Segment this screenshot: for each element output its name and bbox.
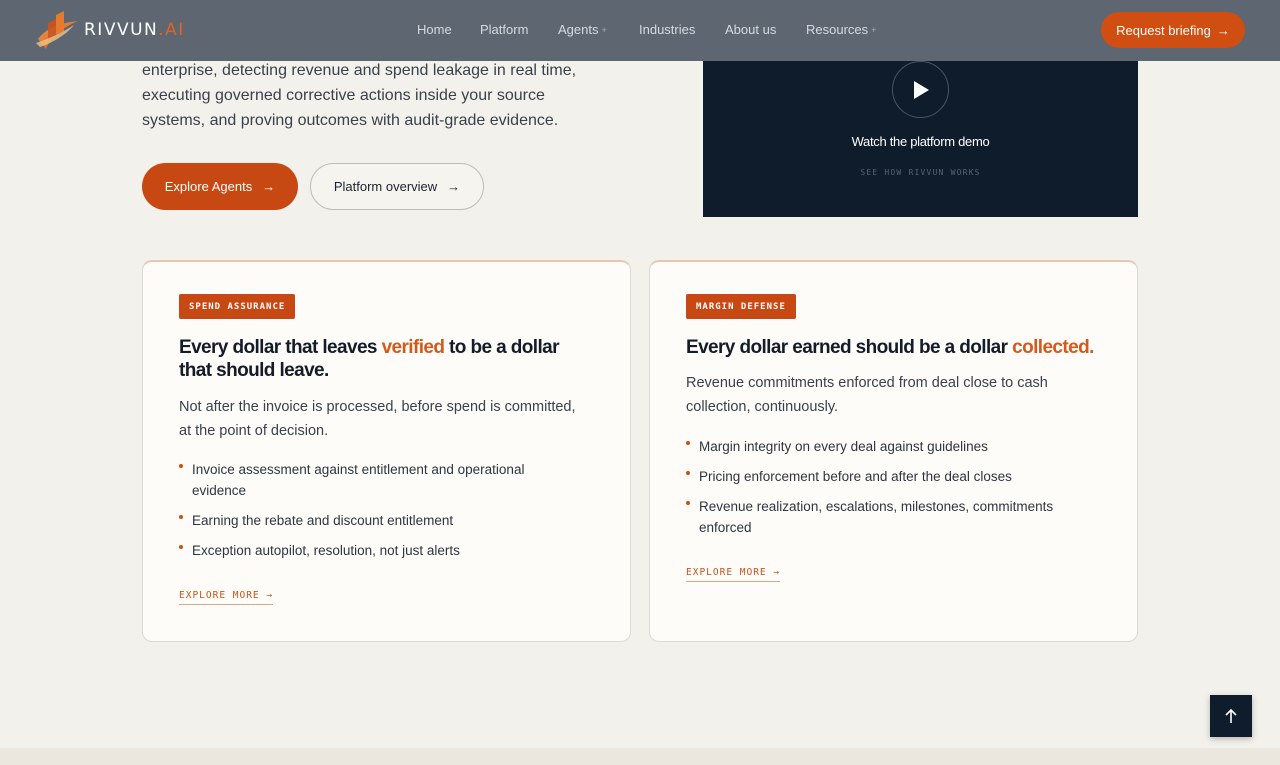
margin-defense-card: MARGIN DEFENSE Every dollar earned shoul… bbox=[649, 260, 1138, 642]
play-button[interactable] bbox=[892, 61, 949, 118]
resources-plus-icon: + bbox=[871, 24, 877, 35]
list-item: Exception autopilot, resolution, not jus… bbox=[179, 540, 579, 561]
agents-plus-icon: + bbox=[601, 24, 607, 35]
list-item: Earning the rebate and discount entitlem… bbox=[179, 510, 579, 531]
nav-platform[interactable]: Platform bbox=[480, 22, 558, 37]
arrow-up-icon bbox=[1225, 708, 1237, 723]
platform-overview-button[interactable]: Platform overview → bbox=[310, 163, 484, 210]
spend-assurance-card: SPEND ASSURANCE Every dollar that leaves… bbox=[142, 260, 631, 642]
footer-strip bbox=[0, 748, 1280, 765]
video-title: Watch the platform demo bbox=[851, 134, 990, 149]
platform-overview-label: Platform overview bbox=[333, 179, 438, 194]
explore-agents-label: Explore Agents bbox=[164, 179, 253, 194]
list-item: Invoice assessment against entitlement a… bbox=[179, 459, 579, 501]
margin-card-list: Margin integrity on every deal against g… bbox=[686, 436, 1086, 547]
video-subtitle: SEE HOW RIVVUN WORKS bbox=[860, 168, 981, 177]
nav-agents[interactable]: Agents + bbox=[558, 22, 639, 37]
margin-card-title: Every dollar earned should be a dollar c… bbox=[686, 337, 1094, 358]
margin-defense-badge: MARGIN DEFENSE bbox=[686, 294, 796, 319]
logo-mark-icon bbox=[36, 11, 78, 49]
nav-industries[interactable]: Industries bbox=[639, 22, 725, 37]
list-item: Revenue realization, escalations, milest… bbox=[686, 496, 1086, 538]
list-item: Pricing enforcement before and after the… bbox=[686, 466, 1086, 487]
spend-assurance-badge: SPEND ASSURANCE bbox=[179, 294, 296, 319]
spend-card-description: Not after the invoice is processed, befo… bbox=[179, 399, 576, 439]
nav-links: Home Platform Agents + Industries About … bbox=[417, 22, 876, 37]
request-briefing-label: Request briefing bbox=[1116, 22, 1211, 38]
spend-card-list: Invoice assessment against entitlement a… bbox=[179, 459, 579, 570]
margin-explore-more-link[interactable]: EXPLORE MORE → bbox=[686, 567, 781, 582]
play-icon bbox=[913, 80, 929, 99]
top-nav: RIVVUN.AI Home Platform Agents + Industr… bbox=[0, 0, 1280, 61]
arrow-right-icon: → bbox=[447, 179, 461, 194]
nav-about[interactable]: About us bbox=[725, 22, 806, 37]
request-briefing-button[interactable]: Request briefing → bbox=[1101, 12, 1245, 48]
brand-wordmark: RIVVUN.AI bbox=[84, 20, 185, 40]
arrow-right-icon: → bbox=[1216, 22, 1230, 38]
nav-resources[interactable]: Resources + bbox=[806, 22, 876, 37]
margin-card-description: Revenue commitments enforced from deal c… bbox=[686, 375, 1048, 415]
arrow-right-icon: → bbox=[262, 179, 276, 194]
explore-agents-button[interactable]: Explore Agents → bbox=[142, 163, 298, 210]
demo-video[interactable]: Watch the platform demo SEE HOW RIVVUN W… bbox=[703, 61, 1138, 217]
hero-description: enterprise, detecting revenue and spend … bbox=[142, 62, 577, 129]
spend-explore-more-link[interactable]: EXPLORE MORE → bbox=[179, 590, 274, 605]
brand-logo[interactable]: RIVVUN.AI bbox=[34, 9, 185, 51]
spend-card-title: Every dollar that leaves verified to be … bbox=[179, 337, 559, 381]
nav-home[interactable]: Home bbox=[417, 22, 480, 37]
scroll-to-top-button[interactable] bbox=[1210, 695, 1252, 737]
list-item: Margin integrity on every deal against g… bbox=[686, 436, 1086, 457]
